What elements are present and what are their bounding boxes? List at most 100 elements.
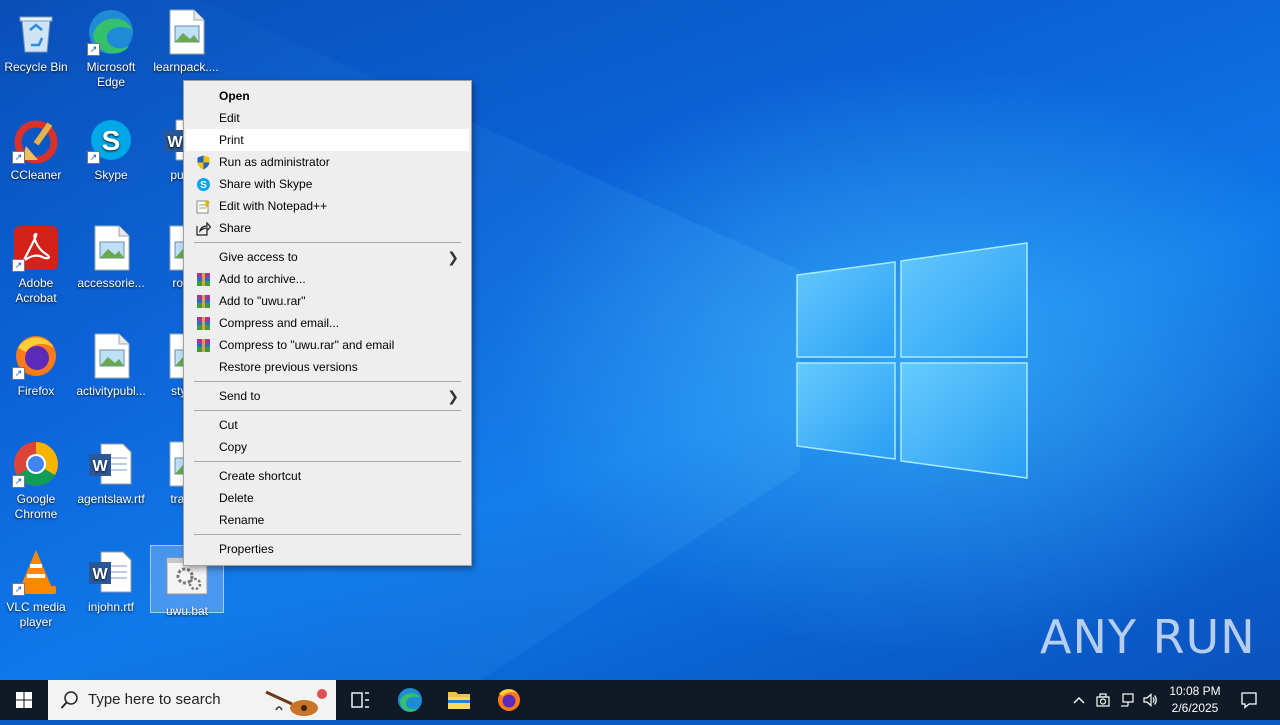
camera-tray-icon[interactable]: [1095, 692, 1111, 708]
desktop-icon-label: Adobe Acrobat: [15, 276, 57, 305]
firefox-icon: ↗: [12, 332, 60, 380]
desktop-icon-label: accessorie...: [77, 276, 145, 290]
context-menu: Open Edit Print Run as administrator S S…: [183, 80, 472, 566]
menu-separator: [194, 461, 461, 462]
desktop-icon-label: Firefox: [17, 384, 55, 398]
desktop-icon-label: Microsoft Edge: [86, 60, 136, 89]
edge-icon: ↗: [87, 8, 135, 56]
menu-item-label: Run as administrator: [219, 155, 330, 169]
image-file-icon: [87, 332, 135, 380]
desktop-icon-vlc-media-player[interactable]: ↗ VLC media player: [0, 542, 72, 630]
desktop-icon-injohn-rtf[interactable]: Winjohn.rtf: [75, 542, 147, 615]
shortcut-arrow-icon: ↗: [12, 475, 25, 488]
svg-text:S: S: [102, 125, 121, 156]
menu-item-delete[interactable]: Delete: [186, 487, 469, 509]
skype-icon: S: [197, 178, 210, 191]
menu-item-rename[interactable]: Rename: [186, 509, 469, 531]
menu-item-create-shortcut[interactable]: Create shortcut: [186, 465, 469, 487]
menu-separator: [194, 381, 461, 382]
svg-text:W: W: [92, 458, 108, 475]
menu-item-label: Rename: [219, 513, 265, 527]
desktop-icon-firefox[interactable]: ↗ Firefox: [0, 326, 72, 399]
winrar-icon: [197, 339, 210, 352]
firefox-icon: [498, 689, 520, 711]
guitar-search-highlight-icon: [265, 689, 327, 716]
menu-item-cut[interactable]: Cut: [186, 414, 469, 436]
menu-item-label: Create shortcut: [219, 469, 302, 483]
desktop-icon-adobe-acrobat[interactable]: ↗ Adobe Acrobat: [0, 218, 72, 306]
desktop-icon-label: learnpack....: [153, 60, 219, 74]
menu-item-give-access-to[interactable]: Give access to ❯: [186, 246, 469, 268]
folder-icon: [448, 692, 470, 709]
menu-item-copy[interactable]: Copy: [186, 436, 469, 458]
menu-item-label: Add to "uwu.rar": [219, 294, 306, 308]
menu-item-label: Share: [219, 221, 252, 235]
menu-item-label: Give access to: [219, 250, 298, 264]
search-placeholder: Type here to search: [88, 691, 221, 708]
volume-icon[interactable]: [1142, 692, 1158, 708]
clock-time: 10:08 PM: [1169, 684, 1221, 698]
desktop-icon-label: Recycle Bin: [4, 60, 68, 74]
network-icon[interactable]: [1119, 692, 1135, 708]
desktop-icon-google-chrome[interactable]: ↗ Google Chrome: [0, 434, 72, 522]
menu-item-share[interactable]: Share: [186, 217, 469, 239]
menu-item-restore-previous-versions[interactable]: Restore previous versions: [186, 356, 469, 378]
notepad-plus-plus-icon: [196, 200, 210, 214]
desktop-icon-learnpack[interactable]: learnpack....: [150, 2, 222, 75]
image-file-icon: [87, 224, 135, 272]
ccleaner-icon: ↗: [12, 116, 60, 164]
menu-item-label: Compress and email...: [219, 316, 340, 330]
menu-item-label: Restore previous versions: [219, 360, 358, 374]
menu-item-open[interactable]: Open: [186, 85, 469, 107]
svg-text:W: W: [167, 134, 183, 151]
desktop-icon-agentslaw-rtf[interactable]: Wagentslaw.rtf: [75, 434, 147, 507]
menu-item-label: Properties: [219, 542, 274, 556]
menu-item-label: Edit: [219, 111, 240, 125]
menu-item-edit[interactable]: Edit: [186, 107, 469, 129]
image-file-icon: [162, 8, 210, 56]
menu-item-print[interactable]: Print: [186, 129, 469, 151]
desktop-icon-skype[interactable]: S ↗ Skype: [75, 110, 147, 183]
taskbar-firefox-button[interactable]: [485, 680, 533, 720]
show-hidden-icons-chevron-icon[interactable]: [1071, 692, 1087, 708]
taskbar-file-explorer-button[interactable]: [435, 680, 483, 720]
menu-item-compress-and-email[interactable]: Compress and email...: [186, 312, 469, 334]
start-button[interactable]: [0, 680, 48, 720]
desktop-icon-ccleaner[interactable]: ↗ CCleaner: [0, 110, 72, 183]
shortcut-arrow-icon: ↗: [87, 151, 100, 164]
desktop-icon-label: CCleaner: [10, 168, 62, 182]
menu-item-run-as-administrator[interactable]: Run as administrator: [186, 151, 469, 173]
task-view-icon: [351, 692, 369, 708]
winrar-icon: [197, 295, 210, 308]
menu-item-send-to[interactable]: Send to ❯: [186, 385, 469, 407]
desktop-icon-accessorie[interactable]: accessorie...: [75, 218, 147, 291]
taskbar-clock[interactable]: 10:08 PM 2/6/2025: [1160, 683, 1230, 717]
taskbar-search-box[interactable]: Type here to search: [48, 680, 336, 720]
menu-item-add-to-archive[interactable]: Add to archive...: [186, 268, 469, 290]
menu-item-properties[interactable]: Properties: [186, 538, 469, 560]
taskbar-edge-button[interactable]: [386, 680, 434, 720]
desktop-icon-microsoft-edge[interactable]: ↗ Microsoft Edge: [75, 2, 147, 90]
menu-item-label: Add to archive...: [219, 272, 306, 286]
task-view-button[interactable]: [336, 680, 384, 720]
menu-separator: [194, 534, 461, 535]
shortcut-arrow-icon: ↗: [12, 583, 25, 596]
desktop-icon-activitypubl[interactable]: activitypubl...: [75, 326, 147, 399]
edge-icon: [398, 688, 422, 712]
menu-item-share-with-skype[interactable]: S Share with Skype: [186, 173, 469, 195]
menu-item-label: Delete: [219, 491, 254, 505]
desktop-icon-label: Google Chrome: [14, 492, 58, 521]
menu-item-label: Send to: [219, 389, 261, 403]
menu-item-label: Copy: [219, 440, 248, 454]
acrobat-icon: ↗: [12, 224, 60, 272]
action-center-notification-icon[interactable]: [1240, 691, 1258, 709]
menu-item-add-to-uwu-rar[interactable]: Add to "uwu.rar": [186, 290, 469, 312]
anyrun-watermark: ANY RUN: [1040, 610, 1256, 664]
desktop-icon-recycle-bin[interactable]: Recycle Bin: [0, 2, 72, 75]
chrome-icon: ↗: [12, 440, 60, 488]
menu-item-compress-to-uwu-rar-and-email[interactable]: Compress to "uwu.rar" and email: [186, 334, 469, 356]
menu-item-edit-with-notepad-plus-plus[interactable]: Edit with Notepad++: [186, 195, 469, 217]
uac-shield-icon: [197, 155, 210, 170]
search-icon: [60, 691, 78, 709]
vlc-icon: ↗: [12, 548, 60, 596]
